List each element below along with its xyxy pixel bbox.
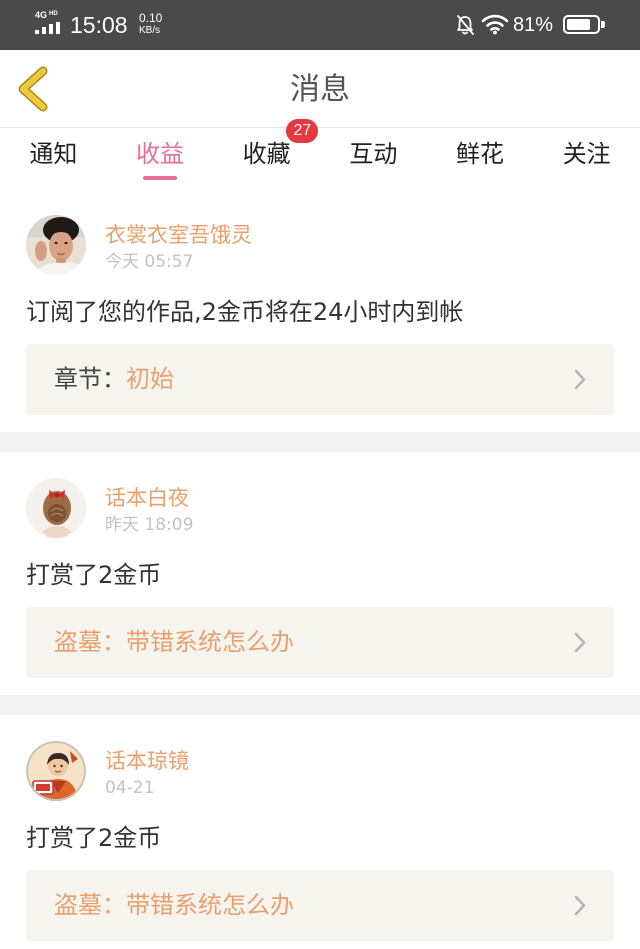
status-time: 15:08 bbox=[70, 12, 128, 38]
page-title: 消息 bbox=[290, 72, 350, 107]
chevron-right-icon bbox=[574, 895, 586, 916]
signal-bars bbox=[35, 22, 60, 34]
tab-label: 互动 bbox=[349, 140, 398, 168]
avatar-image bbox=[26, 478, 86, 538]
back-button[interactable] bbox=[12, 64, 56, 114]
notification-header: 衣裳衣室吾饿灵 今天 05:57 bbox=[26, 215, 614, 275]
tab-bar: 通知 收益 收藏 27 互动 鲜花 关注 bbox=[0, 119, 640, 189]
active-tab-indicator bbox=[143, 176, 177, 180]
notification-card: 话本琼镜 04-21 打赏了2金币 盗墓：带错系统怎么办 bbox=[0, 715, 640, 949]
status-bar: 4G HD 15:08 0.10 KB/s 81% bbox=[0, 0, 640, 50]
chevron-left-icon bbox=[18, 66, 48, 112]
battery-percent: 81% bbox=[513, 14, 554, 36]
work-link[interactable]: 盗墓：带错系统怎么办 bbox=[26, 607, 614, 678]
network-speed-value: 0.10 bbox=[139, 11, 163, 25]
link-title: 盗墓：带错系统怎么办 bbox=[54, 891, 294, 919]
card-separator bbox=[0, 432, 640, 452]
work-link[interactable]: 盗墓：带错系统怎么办 bbox=[26, 870, 614, 941]
battery-icon bbox=[563, 15, 600, 34]
timestamp: 昨天 18:09 bbox=[105, 515, 194, 535]
notification-message: 打赏了2金币 bbox=[26, 561, 162, 589]
user-avatar[interactable] bbox=[26, 741, 86, 801]
battery-level bbox=[567, 19, 591, 30]
battery-cap bbox=[601, 21, 605, 28]
mute-bell-icon bbox=[455, 14, 475, 36]
work-link[interactable]: 章节：初始 bbox=[26, 344, 614, 415]
network-speed: 0.10 KB/s bbox=[139, 12, 173, 37]
tab-label: 鲜花 bbox=[456, 140, 505, 168]
network-type: 4G bbox=[35, 10, 48, 20]
notification-meta: 话本白夜 昨天 18:09 bbox=[105, 478, 193, 538]
card-separator bbox=[0, 695, 640, 715]
tab-label: 通知 bbox=[29, 140, 78, 168]
tab-flowers[interactable]: 鲜花 bbox=[427, 128, 534, 189]
notification-message: 订阅了您的作品,2金币将在24小时内到帐 bbox=[26, 298, 464, 326]
user-name[interactable]: 衣裳衣室吾饿灵 bbox=[105, 222, 252, 248]
tab-favorites[interactable]: 收藏 27 bbox=[213, 119, 320, 189]
chevron-right-icon bbox=[574, 632, 586, 653]
messages-screen: 4G HD 15:08 0.10 KB/s 81% 消息 通知 收益 收藏 27… bbox=[0, 0, 640, 949]
user-avatar[interactable] bbox=[26, 215, 86, 275]
notification-meta: 衣裳衣室吾饿灵 今天 05:57 bbox=[105, 215, 252, 275]
navigation-header: 消息 bbox=[0, 50, 640, 127]
network-hd-label: HD bbox=[49, 11, 58, 17]
link-title: 初始 bbox=[126, 365, 174, 393]
network-speed-unit: KB/s bbox=[139, 25, 161, 36]
tab-interactions[interactable]: 互动 bbox=[320, 128, 427, 189]
notification-card: 话本白夜 昨天 18:09 打赏了2金币 盗墓：带错系统怎么办 bbox=[0, 452, 640, 695]
unread-badge: 27 bbox=[286, 119, 319, 143]
avatar-image bbox=[26, 215, 86, 275]
user-name[interactable]: 话本琼镜 bbox=[105, 748, 189, 774]
link-title: 盗墓：带错系统怎么办 bbox=[54, 628, 294, 656]
tab-notifications[interactable]: 通知 bbox=[0, 128, 107, 189]
tab-label: 关注 bbox=[562, 140, 611, 168]
notification-header: 话本白夜 昨天 18:09 bbox=[26, 478, 614, 538]
notification-message: 打赏了2金币 bbox=[26, 824, 162, 852]
chevron-right-icon bbox=[574, 369, 586, 390]
notification-header: 话本琼镜 04-21 bbox=[26, 741, 614, 801]
notification-meta: 话本琼镜 04-21 bbox=[105, 741, 189, 801]
signal-icon: 4G HD bbox=[35, 10, 63, 36]
user-avatar[interactable] bbox=[26, 478, 86, 538]
timestamp: 今天 05:57 bbox=[105, 252, 194, 272]
tab-label: 收益 bbox=[136, 140, 184, 168]
link-prefix: 章节： bbox=[54, 365, 126, 393]
tab-follows[interactable]: 关注 bbox=[533, 128, 640, 189]
timestamp: 04-21 bbox=[105, 778, 155, 798]
avatar-image bbox=[26, 741, 86, 801]
notification-card: 衣裳衣室吾饿灵 今天 05:57 订阅了您的作品,2金币将在24小时内到帐 章节… bbox=[0, 189, 640, 432]
user-name[interactable]: 话本白夜 bbox=[105, 485, 193, 511]
wifi-icon bbox=[480, 13, 510, 35]
tab-earnings[interactable]: 收益 bbox=[107, 128, 214, 189]
